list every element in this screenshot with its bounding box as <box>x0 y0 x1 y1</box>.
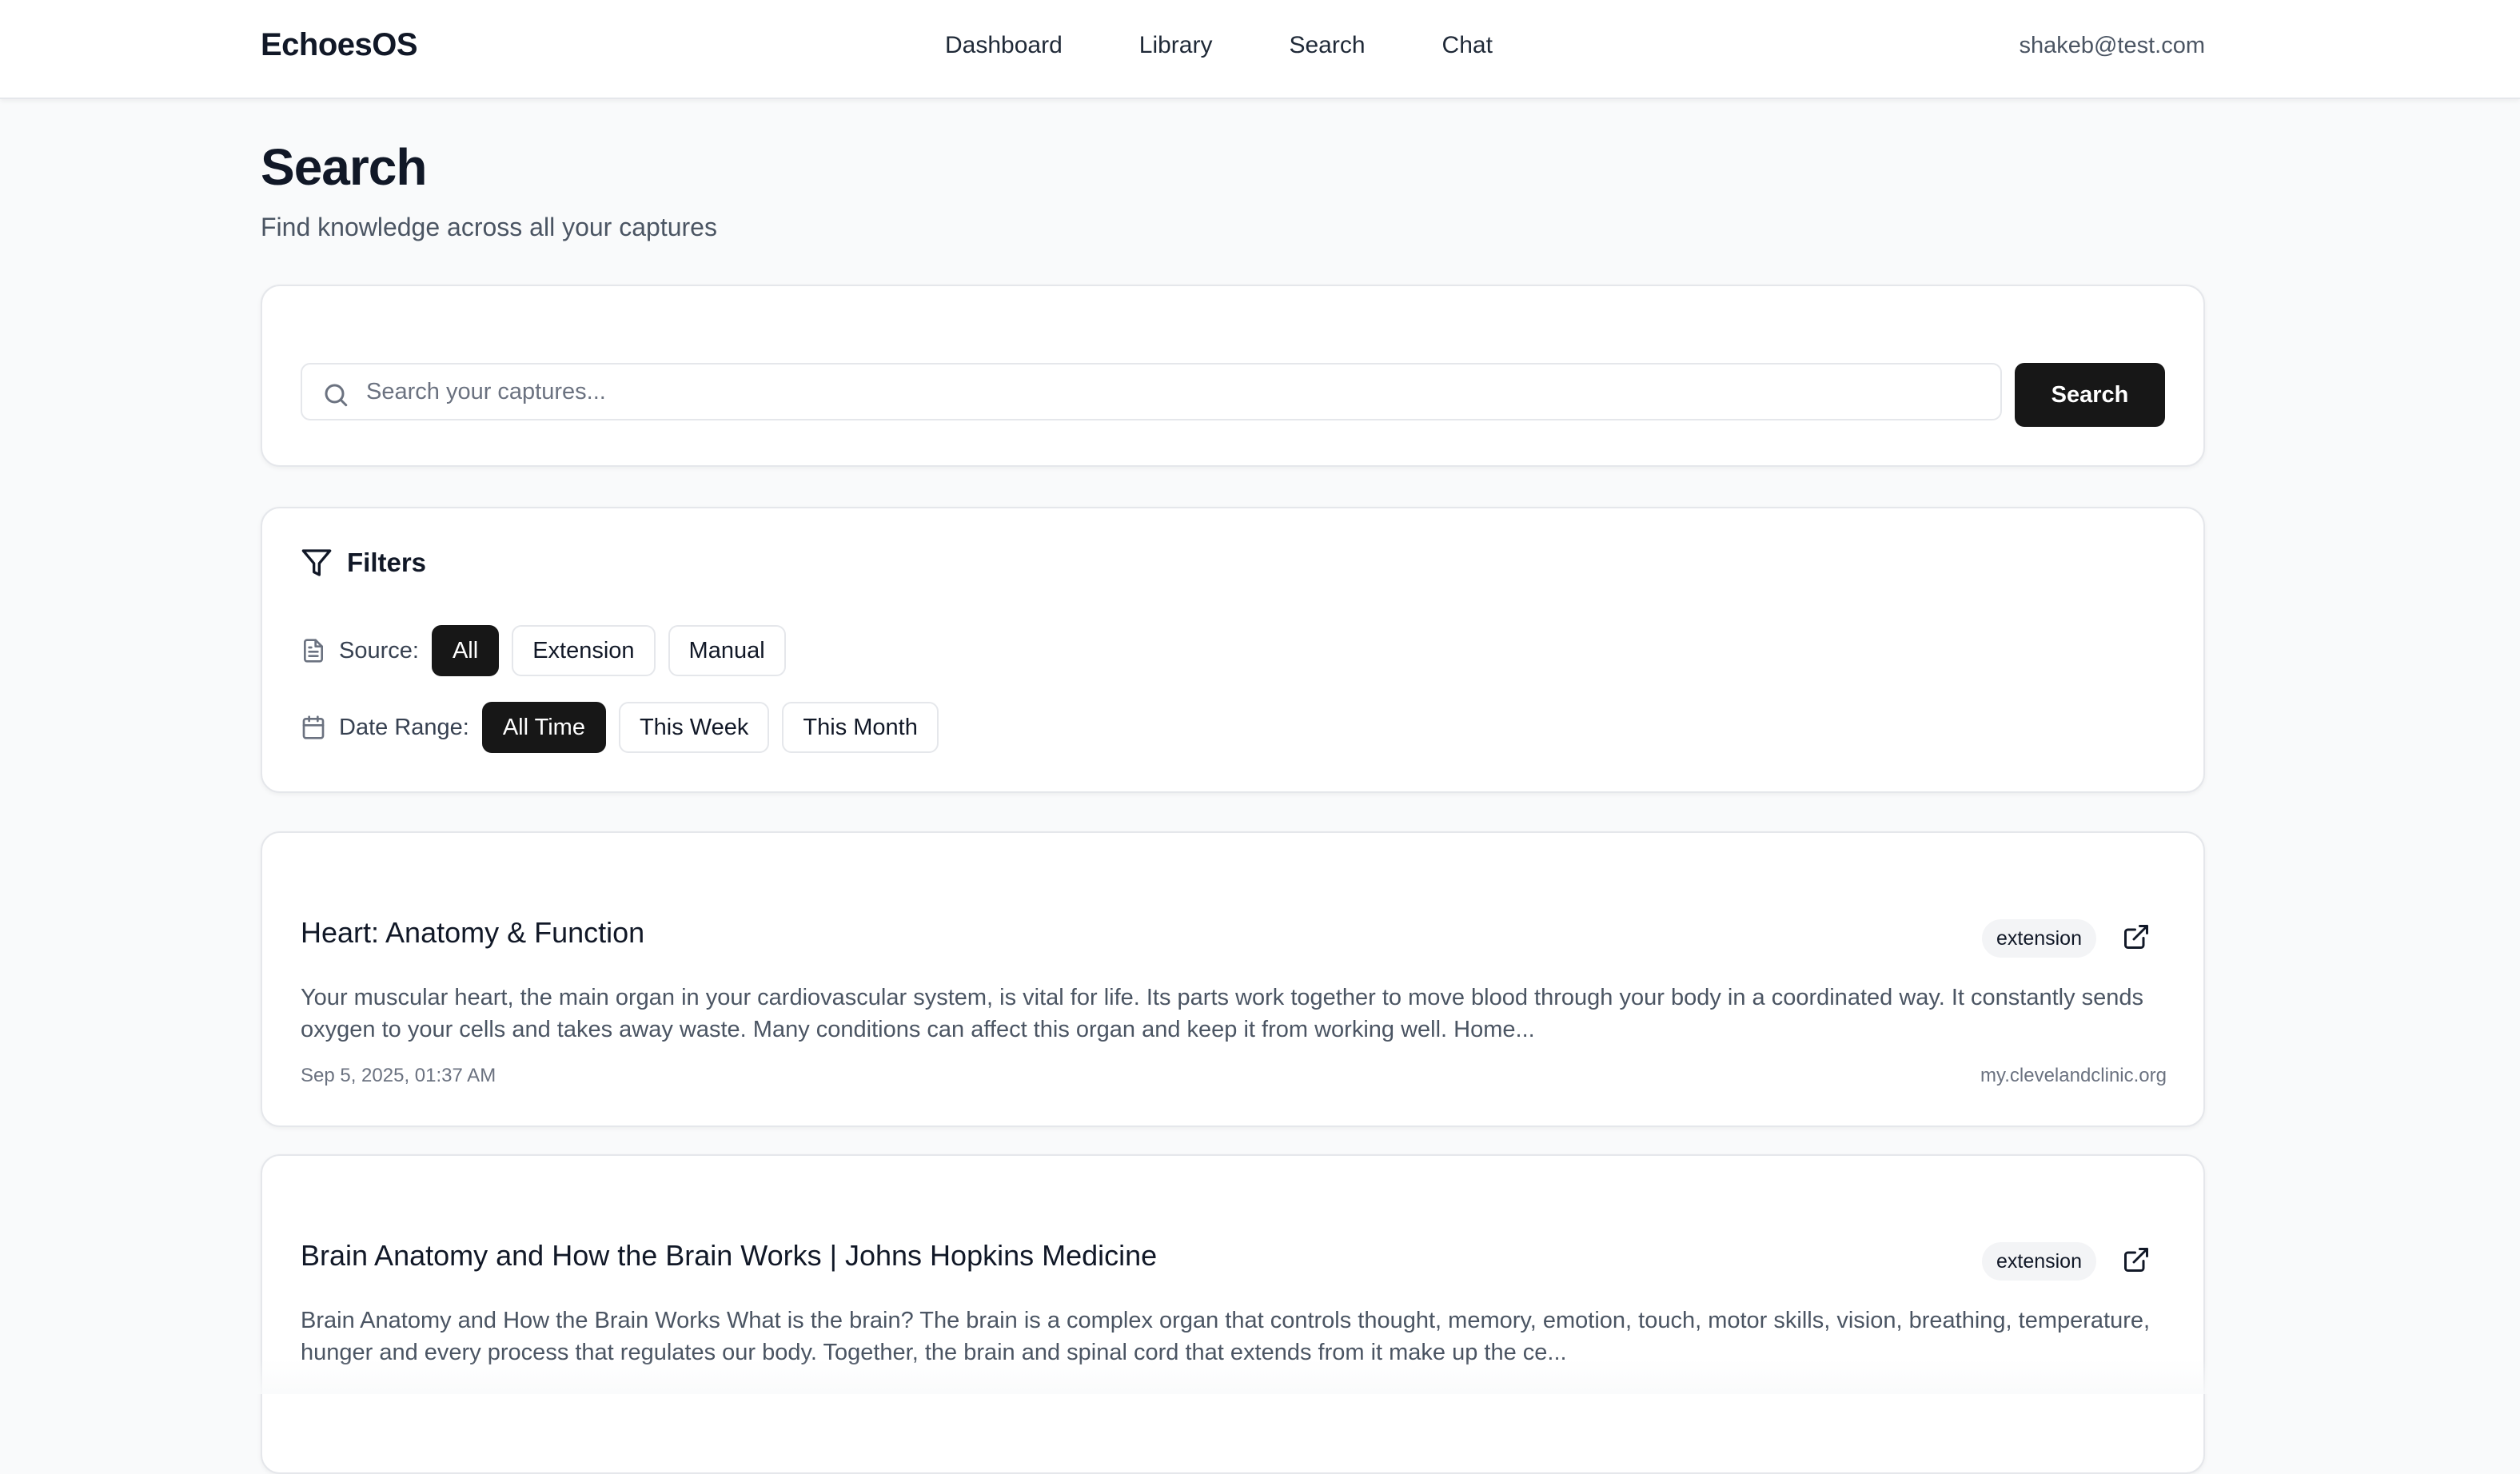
search-icon <box>325 384 348 407</box>
date-filter-label: Date Range: <box>339 714 469 740</box>
file-text-icon <box>304 639 323 663</box>
search-button[interactable]: Search <box>2015 363 2165 427</box>
source-badge: extension <box>1981 1242 2096 1281</box>
source-filter-label: Source: <box>339 637 419 663</box>
nav-dashboard[interactable]: Dashboard <box>945 32 1063 59</box>
result-domain: my.clevelandclinic.org <box>1980 1065 2167 1086</box>
top-navbar: EchoesOS Dashboard Library Search Chat s… <box>0 0 2520 99</box>
external-link-icon[interactable] <box>2122 1245 2151 1274</box>
source-chip-all[interactable]: All <box>431 625 500 676</box>
brand-logo[interactable]: EchoesOS <box>261 27 418 63</box>
filter-icon <box>301 549 332 576</box>
source-chip-manual[interactable]: Manual <box>668 625 786 676</box>
nav-chat[interactable]: Chat <box>1442 32 1493 59</box>
search-card: Search <box>261 285 2205 467</box>
source-filter-row: Source: All Extension Manual <box>301 625 799 676</box>
search-box[interactable] <box>301 363 2002 420</box>
date-chip-this-week[interactable]: This Week <box>618 702 770 753</box>
page-title: Search <box>261 138 427 196</box>
result-card[interactable]: Brain Anatomy and How the Brain Works | … <box>261 1154 2205 1474</box>
result-title[interactable]: Brain Anatomy and How the Brain Works | … <box>301 1239 1157 1273</box>
external-link-icon[interactable] <box>2122 922 2151 951</box>
calendar-icon <box>302 715 325 739</box>
nav-library[interactable]: Library <box>1139 32 1213 59</box>
result-snippet: Your muscular heart, the main organ in y… <box>301 985 2144 1042</box>
page-subtitle: Find knowledge across all your captures <box>261 213 717 241</box>
result-date: Sep 5, 2025, 01:37 AM <box>301 1065 496 1086</box>
user-email[interactable]: shakeb@test.com <box>2019 33 2205 59</box>
date-chip-all-time[interactable]: All Time <box>481 702 606 753</box>
date-filter-row: Date Range: All Time This Week This Mont… <box>301 702 951 753</box>
result-title[interactable]: Heart: Anatomy & Function <box>301 916 644 950</box>
result-card[interactable]: Heart: Anatomy & Function extension Your… <box>261 831 2205 1127</box>
main-nav: Dashboard Library Search Chat <box>945 32 1493 59</box>
source-chip-extension[interactable]: Extension <box>512 625 656 676</box>
filters-header: Filters <box>301 547 426 579</box>
nav-search[interactable]: Search <box>1289 32 1365 59</box>
result-snippet: Brain Anatomy and How the Brain Works Wh… <box>301 1308 2151 1365</box>
source-badge: extension <box>1981 919 2096 958</box>
filters-title: Filters <box>347 548 427 577</box>
filters-card: Filters Source: All Extension Manual Dat… <box>261 507 2205 793</box>
search-input[interactable] <box>366 366 1988 417</box>
date-chip-this-month[interactable]: This Month <box>782 702 939 753</box>
